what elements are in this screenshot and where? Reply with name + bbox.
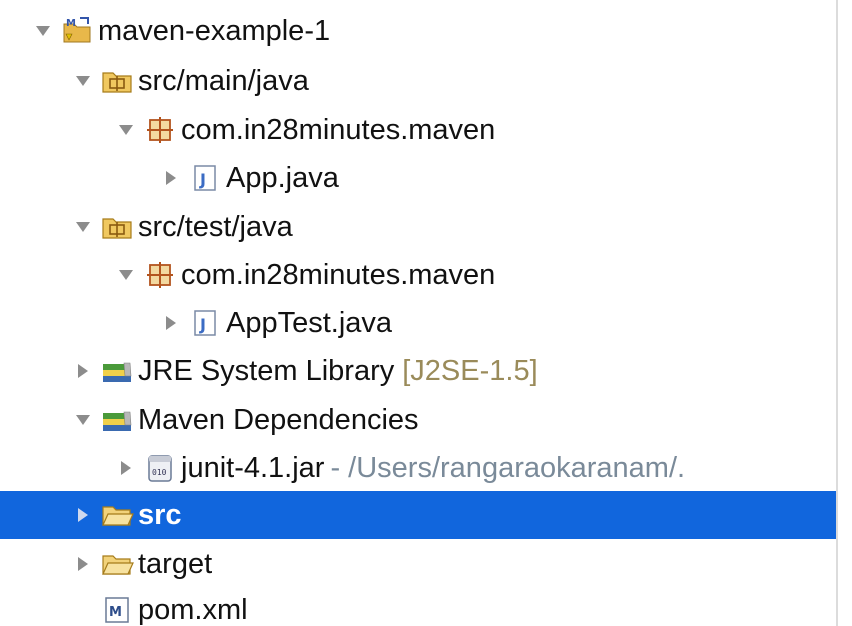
- library-icon: [100, 403, 134, 437]
- tree-item-label: Maven Dependencies: [138, 403, 419, 436]
- tree-item-label: com.in28minutes.maven: [181, 113, 496, 146]
- tree-item-label: maven-example-1: [98, 14, 331, 47]
- tree-item-label: src/test/java: [138, 210, 293, 243]
- source-folder-icon: [100, 64, 134, 98]
- svg-text:J: J: [199, 170, 206, 189]
- chevron-down-icon[interactable]: [115, 119, 137, 141]
- svg-text:M: M: [66, 18, 76, 29]
- tree-item-label: pom.xml: [138, 593, 248, 626]
- chevron-right-icon[interactable]: [115, 457, 137, 479]
- tree-item-label: JRE System Library: [138, 354, 395, 387]
- svg-text:J: J: [199, 315, 206, 334]
- panel-divider: [836, 0, 838, 626]
- package-icon: [143, 113, 177, 147]
- package-icon: [143, 258, 177, 292]
- chevron-right-icon[interactable]: [72, 553, 94, 575]
- tree-item-java-file[interactable]: J AppTest.java: [0, 299, 836, 347]
- tree-item-source-folder[interactable]: src/main/java: [0, 57, 836, 105]
- svg-text:M: M: [109, 605, 122, 620]
- java-file-icon: J: [188, 161, 222, 195]
- chevron-right-icon[interactable]: [160, 167, 182, 189]
- maven-pom-icon: M: [100, 593, 134, 626]
- chevron-down-icon[interactable]: [115, 264, 137, 286]
- tree-item-folder[interactable]: target: [0, 540, 836, 588]
- tree-item-label: AppTest.java: [226, 306, 393, 339]
- tree-item-package[interactable]: com.in28minutes.maven: [0, 251, 836, 299]
- chevron-down-icon[interactable]: [72, 216, 94, 238]
- tree-item-folder-selected[interactable]: src: [0, 491, 836, 539]
- tree-item-label: src/main/java: [138, 64, 309, 97]
- folder-icon: [100, 547, 134, 581]
- tree-item-library[interactable]: Maven Dependencies: [0, 396, 836, 444]
- chevron-down-icon[interactable]: [72, 70, 94, 92]
- tree-item-library[interactable]: JRE System Library [J2SE-1.5]: [0, 347, 836, 395]
- tree-item-package[interactable]: com.in28minutes.maven: [0, 106, 836, 154]
- tree-item-label: com.in28minutes.maven: [181, 258, 496, 291]
- chevron-right-icon[interactable]: [72, 504, 94, 526]
- chevron-right-icon[interactable]: [160, 312, 182, 334]
- maven-project-icon: M: [60, 14, 94, 48]
- library-icon: [100, 354, 134, 388]
- tree-item-decoration: [J2SE-1.5]: [402, 354, 538, 387]
- chevron-right-icon[interactable]: [72, 360, 94, 382]
- java-file-icon: J: [188, 306, 222, 340]
- tree-item-jar[interactable]: 010 junit-4.1.jar - /Users/rangaraokaran…: [0, 444, 836, 492]
- tree-item-project[interactable]: M maven-example-1: [0, 7, 836, 55]
- tree-item-source-folder[interactable]: src/test/java: [0, 203, 836, 251]
- tree-item-decoration: - /Users/rangaraokaranam/.: [330, 451, 686, 484]
- tree-item-label: target: [138, 547, 213, 580]
- svg-text:010: 010: [152, 468, 167, 477]
- tree-item-label: junit-4.1.jar: [181, 451, 325, 484]
- chevron-down-icon[interactable]: [72, 409, 94, 431]
- source-folder-icon: [100, 210, 134, 244]
- chevron-down-icon[interactable]: [32, 20, 54, 42]
- project-explorer-tree: M maven-example-1 src/main/java com.in28…: [0, 0, 852, 626]
- tree-item-pom-file[interactable]: M pom.xml: [0, 586, 836, 626]
- jar-icon: 010: [143, 451, 177, 485]
- tree-item-java-file[interactable]: J App.java: [0, 154, 836, 202]
- tree-item-label: App.java: [226, 161, 339, 194]
- folder-icon: [100, 498, 134, 532]
- tree-item-label: src: [138, 498, 182, 531]
